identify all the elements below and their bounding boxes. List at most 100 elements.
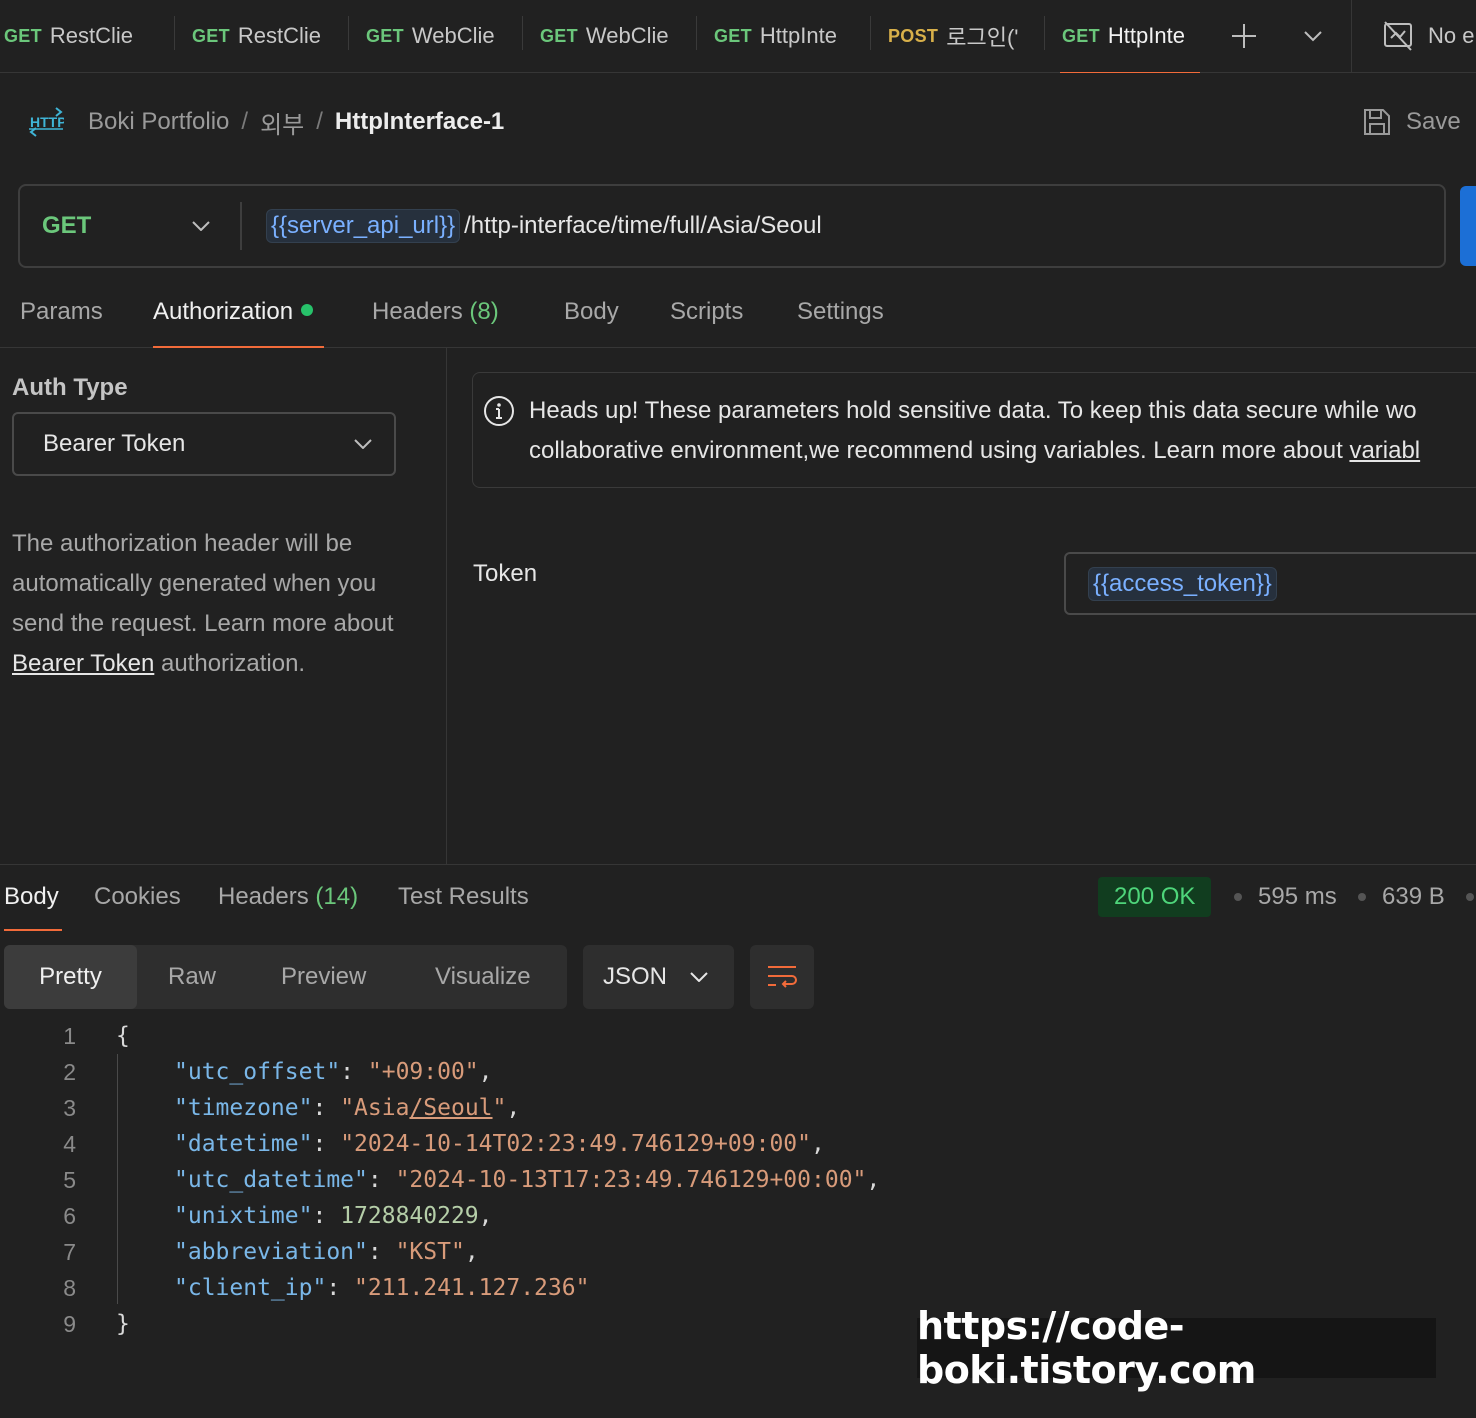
tab-authorization[interactable]: Authorization <box>153 298 324 348</box>
response-tab-headers-label: Headers <box>218 883 309 910</box>
url-bar: GET {{server_api_url}} /http-interface/t… <box>18 184 1446 268</box>
tab-method: GET <box>192 25 230 46</box>
request-tab[interactable]: POST 로그인(' <box>870 0 1044 73</box>
request-tab[interactable]: GET RestClie <box>174 0 348 73</box>
request-tabs: Params Authorization Headers (8) Body Sc… <box>0 290 1476 348</box>
json-value: "KST" <box>395 1239 465 1265</box>
json-field: "unixtime": 1728840229, <box>174 1203 493 1229</box>
save-label: Save <box>1406 108 1461 135</box>
tab-divider <box>174 15 175 50</box>
response-tab-body[interactable]: Body <box>4 883 62 931</box>
method-dropdown[interactable]: GET <box>20 202 242 250</box>
auth-type-label: Auth Type <box>12 374 128 401</box>
blog-watermark: https://code-boki.tistory.com <box>917 1304 1436 1392</box>
tab-name: HttpInte <box>759 23 837 48</box>
code-line: 3 "timezone": "Asia/Seoul", <box>0 1090 1476 1126</box>
meta-separator-dot <box>1358 893 1366 901</box>
auth-description-text: The authorization header will be automat… <box>12 530 394 637</box>
tab-name: WebClie <box>585 23 669 48</box>
response-tab-cookies[interactable]: Cookies <box>94 883 181 931</box>
json-value-link[interactable]: /Seoul <box>409 1095 492 1121</box>
tab-method: GET <box>1062 25 1100 46</box>
tab-divider <box>522 15 523 50</box>
request-name[interactable]: HttpInterface-1 <box>335 108 504 136</box>
notice-line-1: Heads up! These parameters hold sensitiv… <box>529 397 1417 424</box>
new-tab-plus-icon[interactable] <box>1224 16 1264 56</box>
request-tab-active[interactable]: GET HttpInte <box>1044 0 1218 73</box>
tab-settings[interactable]: Settings <box>797 298 884 348</box>
tab-scripts[interactable]: Scripts <box>670 298 743 348</box>
tab-headers-label: Headers <box>372 298 463 325</box>
request-tab[interactable]: GET WebClie <box>348 0 522 73</box>
response-body-code[interactable]: 1 { 2 "utc_offset": "+09:00", 3 "timezon… <box>0 1018 1476 1342</box>
format-dropdown[interactable]: JSON <box>583 945 734 1009</box>
tab-headers[interactable]: Headers (8) <box>372 298 499 348</box>
breadcrumb-separator: / <box>241 108 249 135</box>
line-number: 2 <box>63 1059 76 1085</box>
request-tab[interactable]: GET HttpInte <box>696 0 870 73</box>
json-key: "utc_offset" <box>174 1059 341 1085</box>
tab-list-chevron-down-icon[interactable] <box>1296 16 1330 56</box>
http-request-icon: HTTP <box>28 106 64 138</box>
auth-active-dot <box>301 303 314 316</box>
tab-name: RestClie <box>49 23 134 48</box>
variables-link[interactable]: variabl <box>1349 437 1420 464</box>
status-badge[interactable]: 200 OK <box>1098 877 1212 917</box>
json-value: "2024-10-14T02:23:49.746129+09:00" <box>340 1131 811 1157</box>
meta-separator-dot <box>1466 893 1474 901</box>
sensitive-data-notice: Heads up! These parameters hold sensitiv… <box>472 372 1476 488</box>
request-tab[interactable]: GET WebClie <box>522 0 696 73</box>
json-value-part: "Asia <box>340 1095 410 1121</box>
request-tab[interactable]: GET RestClie <box>0 0 174 73</box>
response-tab-test-results[interactable]: Test Results <box>398 883 529 931</box>
line-number: 4 <box>63 1131 76 1157</box>
json-field: "client_ip": "211.241.127.236" <box>174 1275 590 1301</box>
response-tab-headers[interactable]: Headers (14) <box>218 883 358 931</box>
tab-method: GET <box>4 25 42 46</box>
json-key: "utc_datetime" <box>174 1167 368 1193</box>
breadcrumb-separator: / <box>316 108 323 135</box>
tab-params[interactable]: Params <box>20 298 103 348</box>
response-time[interactable]: 595 ms <box>1258 883 1337 911</box>
json-key: "client_ip" <box>174 1275 327 1301</box>
json-value: "211.241.127.236" <box>354 1275 590 1301</box>
breadcrumb-workspace[interactable]: Boki Portfolio <box>88 108 229 136</box>
environment-selector[interactable]: No e <box>1382 16 1474 56</box>
token-input[interactable]: {{access_token}} <box>1064 552 1476 615</box>
url-input[interactable]: {{server_api_url}} /http-interface/time/… <box>266 209 822 243</box>
auth-type-dropdown[interactable]: Bearer Token <box>12 412 396 476</box>
save-button[interactable]: Save <box>1362 104 1461 140</box>
bearer-token-link[interactable]: Bearer Token <box>12 650 154 677</box>
json-value: 1728840229 <box>340 1203 479 1229</box>
brace-open: { <box>116 1023 130 1049</box>
auth-type-panel: Auth Type Bearer Token The authorization… <box>0 348 447 864</box>
tab-method: GET <box>366 25 404 46</box>
method-value: GET <box>42 212 92 239</box>
json-key: "abbreviation" <box>174 1239 368 1265</box>
view-raw[interactable]: Raw <box>168 945 216 1009</box>
tab-method: POST <box>888 25 939 46</box>
response-size[interactable]: 639 B <box>1382 883 1445 911</box>
wrap-lines-icon[interactable] <box>750 945 814 1009</box>
view-visualize[interactable]: Visualize <box>435 945 531 1009</box>
send-button[interactable] <box>1460 186 1476 266</box>
notice-line-2-text: collaborative environment,we recommend u… <box>529 437 1350 464</box>
view-preview[interactable]: Preview <box>281 945 366 1009</box>
code-line: 8 "client_ip": "211.241.127.236" <box>0 1270 1476 1306</box>
json-key: "datetime" <box>174 1131 313 1157</box>
breadcrumb-folder[interactable]: 외부 <box>260 105 304 140</box>
token-variable-chip[interactable]: {{access_token}} <box>1088 566 1277 601</box>
json-field: "utc_datetime": "2024-10-13T17:23:49.746… <box>174 1167 881 1193</box>
auth-description-end: authorization. <box>160 650 306 677</box>
line-number: 8 <box>63 1275 76 1301</box>
tab-body[interactable]: Body <box>564 298 619 348</box>
view-pretty[interactable]: Pretty <box>4 945 137 1009</box>
divider <box>1351 0 1352 73</box>
token-label: Token <box>473 560 538 587</box>
svg-text:HTTP: HTTP <box>30 114 64 130</box>
code-line: 7 "abbreviation": "KST", <box>0 1234 1476 1270</box>
tab-divider <box>870 15 871 50</box>
line-number: 1 <box>63 1023 76 1049</box>
url-variable-chip[interactable]: {{server_api_url}} <box>266 209 461 243</box>
url-path: /http-interface/time/full/Asia/Seoul <box>464 212 822 239</box>
